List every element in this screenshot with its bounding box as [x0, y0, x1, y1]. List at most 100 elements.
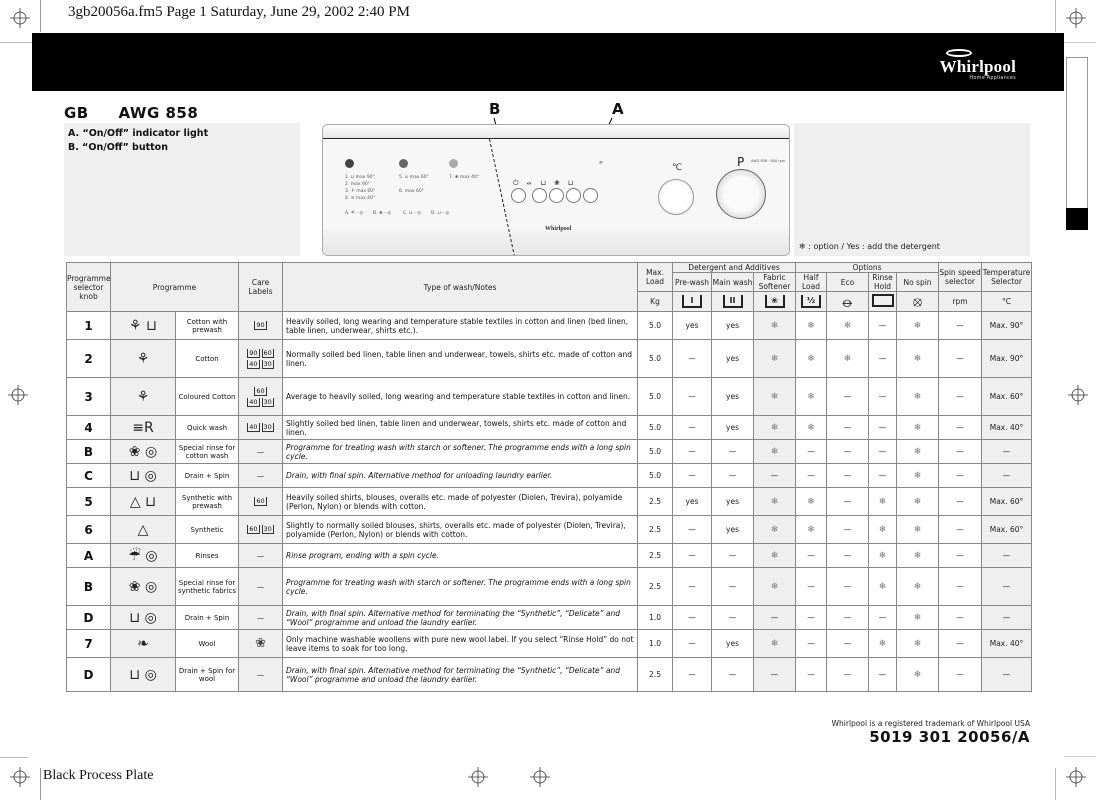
cell-mainwash: —	[711, 463, 755, 488]
cell-softener: ❄	[753, 567, 797, 606]
brand-banner: Whirlpool Home Appliances	[32, 33, 1064, 91]
panel-legend-line: C. ⊔ - ◎	[403, 211, 421, 216]
programme-symbol-icon: ⊔ ◎	[129, 609, 157, 626]
part-number: 5019 301 20056/A	[869, 728, 1030, 746]
cell-rinsehold: ❄	[868, 567, 898, 606]
panel-bottom-strip	[323, 229, 789, 255]
max-load: 5.0	[637, 311, 674, 340]
cell-eco: —	[826, 439, 870, 464]
care-labels: —	[238, 567, 284, 606]
cell-eco: —	[826, 487, 870, 516]
cell-nospin: ❄	[896, 415, 940, 440]
cell-temp: —	[981, 657, 1033, 692]
cell-spin: —	[938, 543, 983, 568]
cell-spin: —	[938, 657, 983, 692]
col-header-programme: Programme	[109, 262, 240, 312]
cell-spin: —	[938, 515, 983, 544]
programme-symbol-icon: ❀ ◎	[128, 443, 158, 460]
rinse-hold-button[interactable]	[549, 188, 564, 203]
col-header-temp: Temperature Selector	[981, 262, 1033, 292]
cell-eco: —	[826, 543, 870, 568]
care-label-icon: 30	[261, 397, 274, 407]
registration-mark-icon	[8, 385, 28, 405]
cell-prewash: —	[672, 629, 713, 658]
prewash-icon: I	[682, 295, 703, 308]
no-spin-button[interactable]	[566, 188, 581, 203]
max-load: 2.5	[637, 567, 674, 606]
temp-unit: °C	[981, 291, 1033, 312]
on-off-button[interactable]	[511, 188, 526, 203]
care-label-icon: 30	[261, 359, 274, 369]
table-row: 6 △ Synthetic 60 30 Slightly to normally soil…	[66, 515, 1033, 544]
programme-symbol-icon: ≡R	[132, 419, 154, 436]
cell-eco: —	[826, 605, 870, 630]
knob-position: 6	[66, 515, 111, 544]
rinse-hold-icon	[871, 294, 894, 307]
temperature-knob-label: ℃	[672, 163, 683, 173]
programme-name: Rinses	[174, 543, 240, 568]
table-row: B ❀ ◎ Special rinse for synthetic fabrics —…	[66, 567, 1033, 606]
programme-table: Programme selector knob Programme Care L…	[66, 262, 1033, 692]
cell-halfload: —	[795, 657, 828, 692]
panel-legend-line: 1. ⊔ max 90°	[345, 175, 375, 180]
cell-spin: —	[938, 439, 983, 464]
cell-temp: Max. 60°	[981, 515, 1033, 544]
load-unit: Kg	[637, 291, 674, 312]
cell-nospin: ❄	[896, 543, 940, 568]
cell-rinsehold: —	[868, 311, 898, 340]
cell-halfload: —	[795, 629, 828, 658]
col-header-mainwash: Main wash	[711, 272, 755, 292]
eco-button[interactable]	[532, 188, 547, 203]
knob-position: 3	[66, 377, 111, 416]
cell-prewash: —	[672, 567, 713, 606]
cell-nospin: ❄	[896, 657, 940, 692]
cell-prewash: —	[672, 339, 713, 378]
mainwash-tub-icon: II	[711, 291, 755, 312]
registration-mark-icon	[10, 8, 30, 28]
cell-temp: Max. 40°	[981, 629, 1033, 658]
programme-name: Coloured Cotton	[174, 377, 240, 416]
temperature-knob[interactable]	[658, 179, 694, 215]
table-header-row: Programme selector knob Programme Care L…	[66, 262, 1033, 312]
programme-symbol-icon: ⚘ ⊔	[129, 317, 157, 334]
programme-name: Synthetic	[174, 515, 240, 544]
side-tab-marker	[1066, 208, 1088, 230]
col-header-detergent-group: Detergent and Additives	[672, 262, 797, 273]
programme-selector-knob[interactable]	[716, 169, 766, 219]
crop-line	[1055, 768, 1056, 800]
crop-line	[0, 757, 28, 758]
programme-icon-cell: ⊔ ◎	[110, 463, 176, 488]
cell-temp: Max. 60°	[981, 487, 1033, 516]
cell-spin: —	[938, 415, 983, 440]
cell-prewash: —	[672, 415, 713, 440]
panel-legend-line: 5. ⊔ max 60°	[399, 175, 429, 180]
knob-position: 7	[66, 629, 111, 658]
cell-spin: —	[938, 605, 983, 630]
cell-halfload: —	[795, 567, 828, 606]
cell-spin: —	[938, 311, 983, 340]
registration-mark-icon	[10, 767, 30, 787]
cell-halfload: ❄	[795, 311, 828, 340]
care-label-icon: 30	[261, 525, 274, 534]
cell-softener: ❄	[753, 487, 797, 516]
registration-mark-icon	[1066, 767, 1086, 787]
model-name: AWG 858	[118, 104, 199, 122]
panel-legend-line: 7. ❀ max 40°	[449, 175, 480, 180]
cell-temp: Max. 40°	[981, 415, 1033, 440]
cell-eco: —	[826, 415, 870, 440]
half-load-button[interactable]	[583, 188, 598, 203]
panel-legend: A. “On/Off” indicator light B. “On/Off” …	[64, 123, 300, 256]
table-row: D ⊔ ◎ Drain + Spin for wool — Drain, with fi…	[66, 657, 1033, 692]
wash-notes: Heavily soiled shirts, blouses, overalls…	[282, 487, 639, 516]
care-label-none: —	[257, 551, 265, 560]
programme-icon-cell: ⚘	[110, 377, 176, 416]
care-label-none: —	[257, 670, 265, 679]
cell-rinsehold: ❄	[868, 543, 898, 568]
cell-temp: —	[981, 463, 1033, 488]
cell-eco: —	[826, 377, 870, 416]
cell-softener: ❄	[753, 439, 797, 464]
table-row: 1 ⚘ ⊔ Cotton with prewash 90 Heavily soiled,…	[66, 311, 1033, 340]
col-header-knob: Programme selector knob	[66, 262, 111, 312]
cell-mainwash: yes	[711, 415, 755, 440]
power-icon: ⏻	[513, 179, 519, 187]
